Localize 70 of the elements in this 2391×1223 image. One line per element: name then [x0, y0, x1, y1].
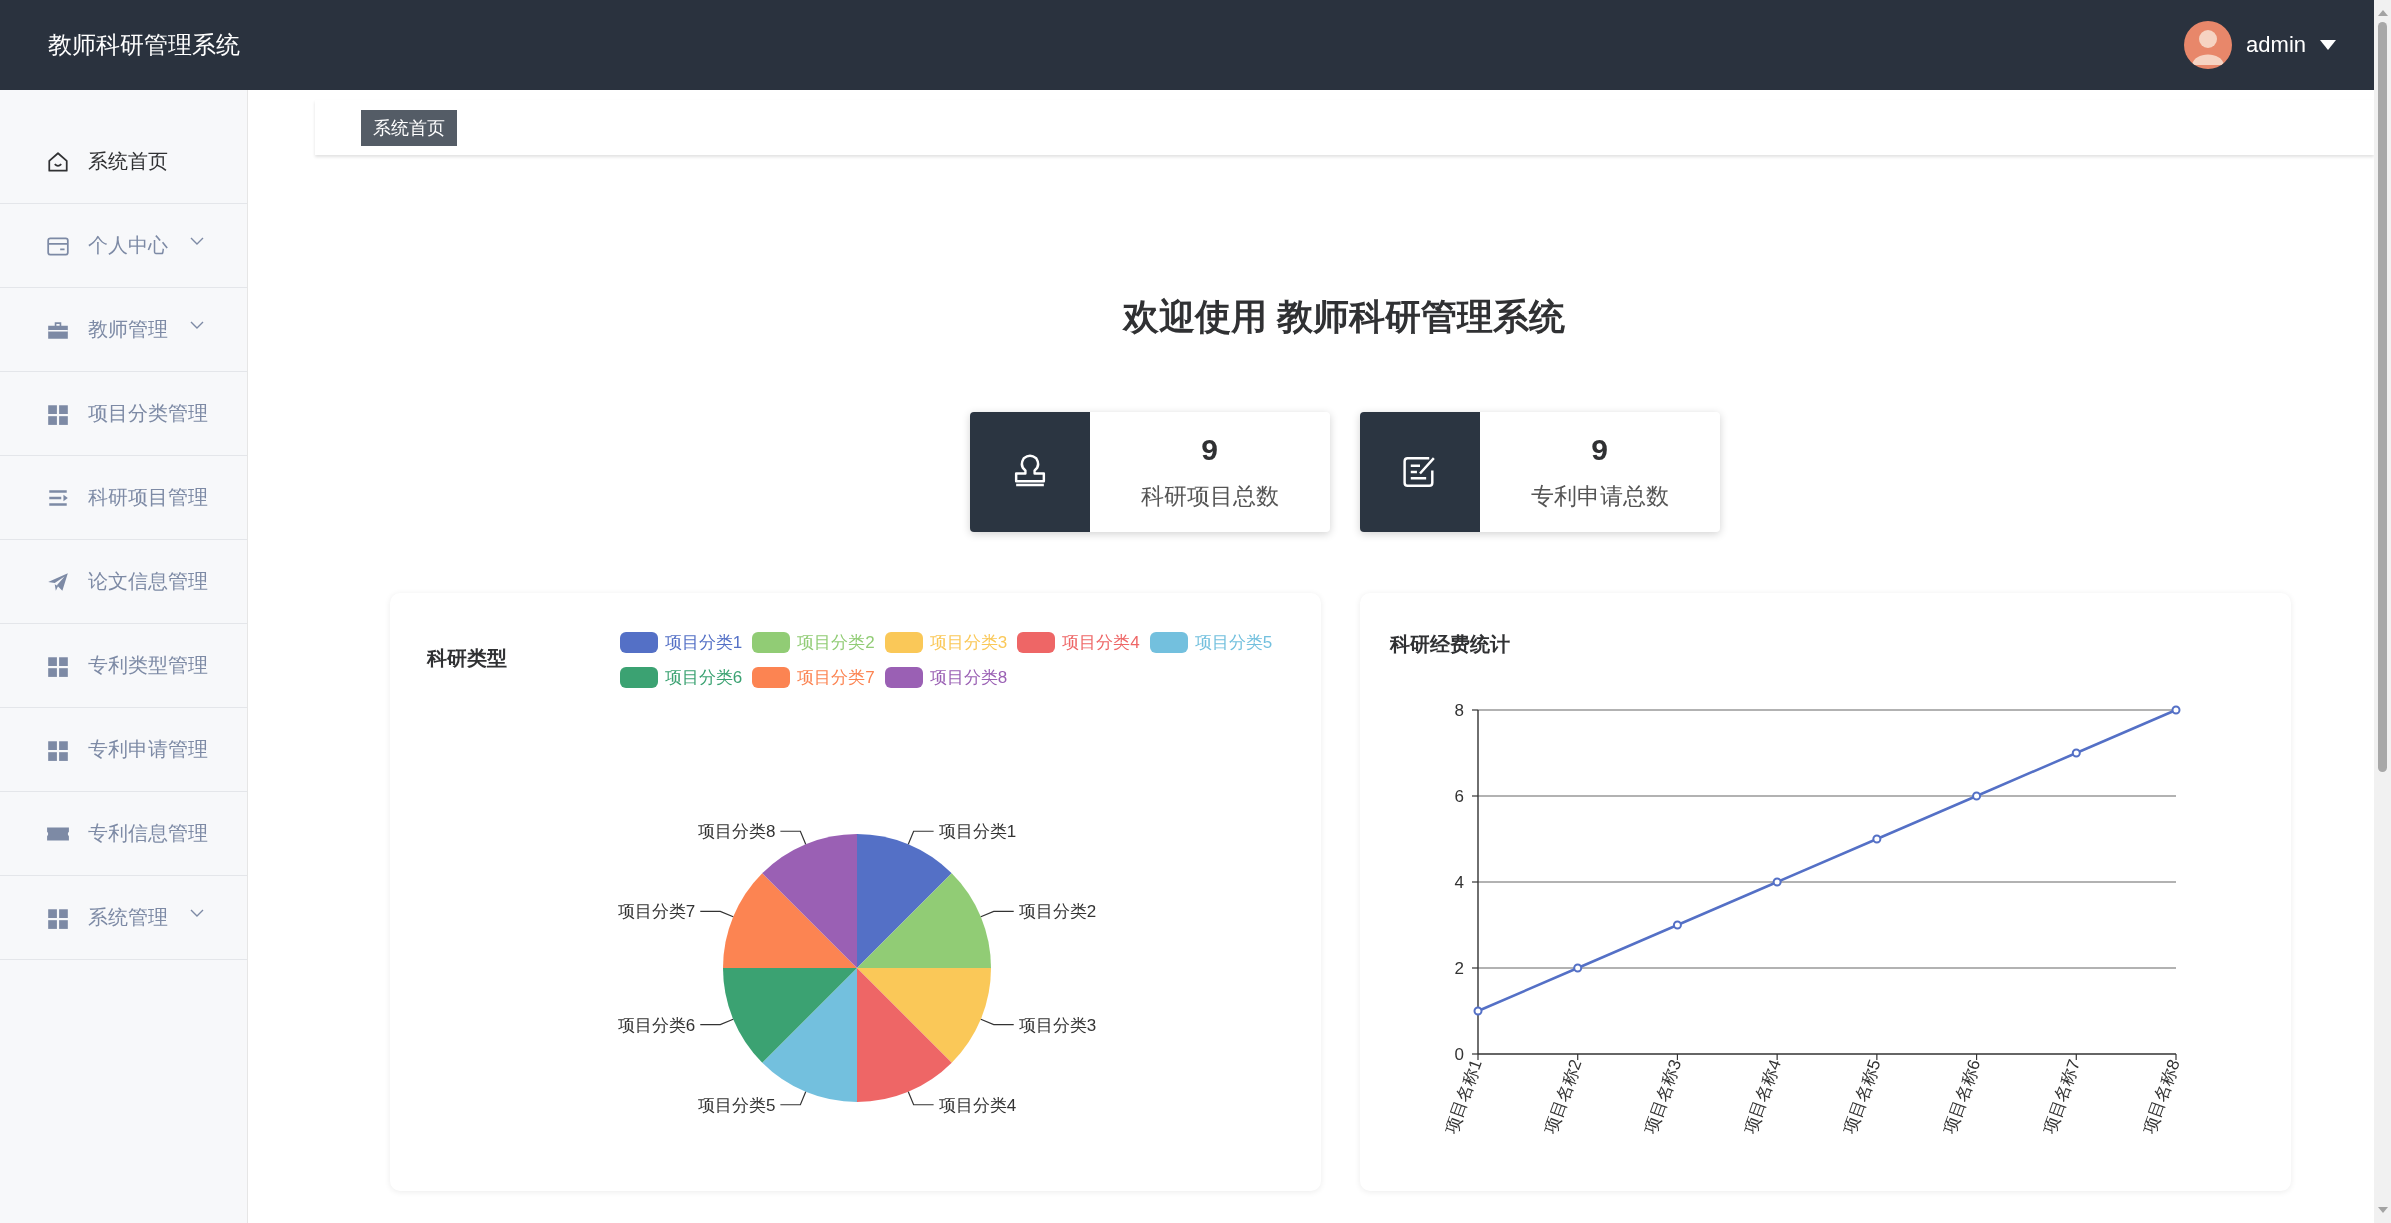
tick-label: 2: [1454, 959, 1464, 978]
data-point[interactable]: [2171, 705, 2181, 715]
data-point[interactable]: [2071, 748, 2081, 758]
data-point[interactable]: [1672, 920, 1682, 930]
sidebar-item[interactable]: 教师管理: [0, 288, 247, 372]
axis-label: 项目名称7: [2039, 1056, 2085, 1137]
leader-line: [779, 830, 807, 845]
username[interactable]: admin: [2246, 32, 2306, 58]
stat-label: 科研项目总数: [1140, 481, 1279, 511]
tick-label: 6: [1454, 787, 1464, 806]
slice-label: 项目分类6: [617, 1015, 696, 1035]
axis-label: 项目名称5: [1840, 1056, 1885, 1137]
sidebar-item[interactable]: 专利申请管理: [0, 708, 247, 792]
sidebar-item[interactable]: 系统首页: [0, 120, 247, 204]
data-point[interactable]: [1872, 834, 1882, 844]
axis-label: 项目名称6: [1940, 1056, 1985, 1137]
slice-label: 项目分类7: [617, 902, 696, 922]
welcome-heading: 欢迎使用 教师科研管理系统: [1121, 295, 1567, 339]
leader-line: [699, 1018, 734, 1026]
sidebar-item[interactable]: 项目分类管理: [0, 372, 247, 456]
pie-slice[interactable]: [857, 968, 991, 1063]
slice-label: 项目分类1: [938, 822, 1017, 842]
axis-label: 项目名称8: [2139, 1056, 2184, 1137]
leader-line: [907, 1091, 935, 1106]
sidebar-item[interactable]: 系统管理: [0, 876, 247, 960]
avatar[interactable]: [2184, 21, 2233, 69]
axis-label: 项目名称3: [1640, 1056, 1686, 1137]
caret-down-icon[interactable]: [2320, 39, 2336, 51]
sidebar-item[interactable]: 专利类型管理: [0, 624, 247, 708]
legend-item[interactable]: 项目分类6: [619, 666, 743, 689]
sidebar-item[interactable]: 科研项目管理: [0, 456, 247, 540]
legend-item[interactable]: 项目分类1: [619, 631, 743, 654]
data-point[interactable]: [1972, 791, 1982, 801]
leader-line: [699, 910, 734, 918]
leader-line: [980, 1018, 1015, 1026]
chart-title: 科研经费统计: [1390, 632, 1510, 657]
sidebar-item[interactable]: 专利信息管理: [0, 792, 247, 876]
stat-value: 9: [1201, 432, 1218, 467]
pie-slice[interactable]: [723, 968, 857, 1063]
leader-line: [779, 1091, 807, 1106]
data-point[interactable]: [1473, 1006, 1483, 1016]
scrollbar-thumb[interactable]: [2378, 22, 2387, 772]
tick-label: 0: [1454, 1045, 1464, 1064]
leader-line: [980, 910, 1015, 918]
slice-label: 项目分类5: [697, 1095, 776, 1115]
leader-line: [907, 830, 935, 845]
pie-slice[interactable]: [857, 873, 991, 968]
stat-value: 9: [1591, 432, 1608, 467]
legend-item[interactable]: 项目分类5: [1149, 631, 1273, 654]
chart-title: 科研类型: [427, 646, 508, 671]
data-point[interactable]: [1573, 963, 1583, 973]
slice-label: 项目分类3: [1018, 1015, 1097, 1035]
sidebar-item[interactable]: 论文信息管理: [0, 540, 247, 624]
legend-item[interactable]: 项目分类4: [1017, 631, 1140, 654]
slice-label: 项目分类4: [938, 1095, 1017, 1115]
pie-slice[interactable]: [723, 873, 857, 968]
data-point[interactable]: [1772, 877, 1782, 887]
tick-label: 8: [1454, 701, 1464, 720]
axis-label: 项目名称4: [1740, 1056, 1785, 1137]
legend-item[interactable]: 项目分类2: [752, 631, 875, 654]
breadcrumb-tag[interactable]: 系统首页: [361, 109, 457, 146]
slice-label: 项目分类8: [697, 822, 776, 842]
stat-label: 专利申请总数: [1530, 481, 1669, 511]
legend-item[interactable]: 项目分类8: [884, 666, 1008, 689]
app-title: 教师科研管理系统: [48, 30, 240, 60]
tick-label: 4: [1454, 873, 1464, 892]
slice-label: 项目分类2: [1018, 902, 1097, 922]
sidebar-item[interactable]: 个人中心: [0, 204, 247, 288]
legend-item[interactable]: 项目分类7: [752, 666, 875, 689]
axis-label: 项目名称2: [1541, 1056, 1586, 1137]
